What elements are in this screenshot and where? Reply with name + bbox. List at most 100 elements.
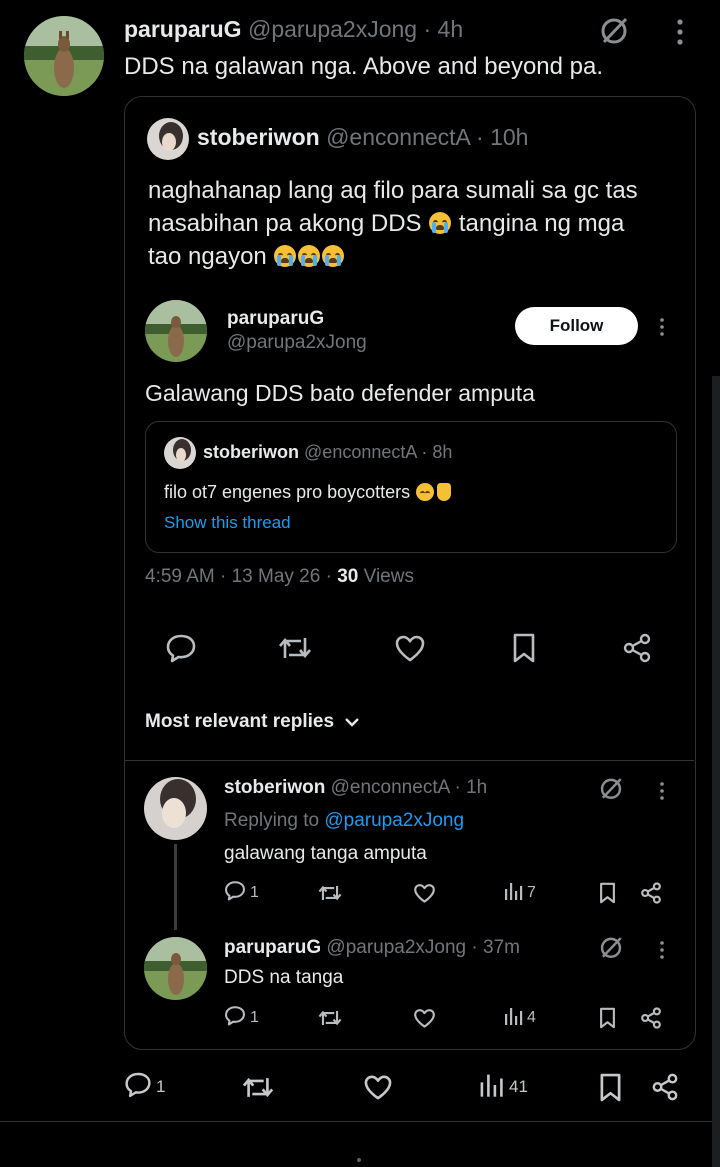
quoted-post-text: naghahanap lang aq filo para sumali sa g… xyxy=(148,174,638,273)
reply1-time[interactable]: · 1h xyxy=(455,777,488,798)
quoted-post-display-name[interactable]: stoberiwon xyxy=(197,124,320,150)
embedded-like-icon[interactable] xyxy=(392,630,428,666)
reply2-view-count: 4 xyxy=(527,1009,536,1026)
bottom-divider xyxy=(0,1121,720,1122)
embedded-more-options-icon[interactable] xyxy=(652,314,672,340)
replying-to-handle-link[interactable]: @parupa2xJong xyxy=(324,810,464,831)
reply2-views-button[interactable]: 4 xyxy=(503,1005,536,1031)
reply1-view-count: 7 xyxy=(527,884,536,901)
embedded-post-timestamp[interactable]: 4:59 AM · 13 May 26 · xyxy=(145,566,332,587)
quoted-post-handle[interactable]: @enconnectA xyxy=(326,124,470,150)
embedded-post-display-name[interactable]: paruparuG xyxy=(227,308,324,330)
reply2-reply-count: 1 xyxy=(250,1009,259,1026)
reply-icon xyxy=(224,1005,246,1031)
reply1-more-options-icon[interactable] xyxy=(652,778,672,804)
inner-quote-text: filo ot7 engenes pro boycotters xyxy=(164,482,411,502)
quoted-post-time[interactable]: · 10h xyxy=(476,124,528,150)
reply2-share-icon[interactable] xyxy=(638,1005,664,1031)
reply1-grok-icon[interactable] xyxy=(597,774,625,802)
more-options-icon[interactable] xyxy=(666,16,694,48)
main-view-count: 41 xyxy=(509,1077,528,1096)
reply1-views-button[interactable]: 7 xyxy=(503,880,536,906)
embedded-post-handle[interactable]: @parupa2xJong xyxy=(227,332,367,354)
main-reply-count: 1 xyxy=(156,1077,166,1096)
quoted-post-header: stoberiwon @enconnectA · 10h xyxy=(197,124,528,151)
reply2-display-name[interactable]: paruparuG xyxy=(224,937,321,958)
embedded-repost-icon[interactable] xyxy=(277,630,313,666)
inner-quote-avatar[interactable] xyxy=(164,437,196,469)
replies-sort-dropdown[interactable]: Most relevant replies xyxy=(145,711,360,733)
reply2-more-options-icon[interactable] xyxy=(652,937,672,963)
inner-quote-time[interactable]: · 8h xyxy=(421,442,452,462)
main-reply-button[interactable]: 1 xyxy=(124,1070,165,1104)
reply1-text: galawang tanga amputa xyxy=(224,843,427,864)
views-label: Views xyxy=(363,566,414,587)
main-repost-icon[interactable] xyxy=(240,1070,276,1104)
views-count: 30 xyxy=(337,566,359,587)
reply2-text: DDS na tanga xyxy=(224,967,344,988)
reply-icon xyxy=(124,1071,152,1103)
grok-icon[interactable] xyxy=(596,12,632,48)
inner-quote-text-line: filo ot7 engenes pro boycotters xyxy=(164,482,452,503)
reply1-reply-count: 1 xyxy=(250,884,259,901)
embedded-reply-icon[interactable] xyxy=(163,630,199,666)
quoted-post-text-line1: naghahanap lang aq filo para sumali sa g… xyxy=(148,177,638,204)
reply2-repost-icon[interactable] xyxy=(316,1005,344,1031)
replies-divider xyxy=(125,760,694,761)
quoted-post-text-line2b: tangina ng mga xyxy=(458,210,625,237)
embedded-post-meta: 4:59 AM · 13 May 26 · 30 Views xyxy=(145,566,414,588)
loudly-crying-emoji-icon xyxy=(298,245,321,267)
loudly-crying-emoji-icon xyxy=(322,245,345,267)
monocle-face-emoji-icon xyxy=(416,483,435,501)
reply1-share-icon[interactable] xyxy=(638,880,664,906)
quoted-post-text-line3: tao ngayon xyxy=(148,243,267,270)
embedded-post-text: Galawang DDS bato defender amputa xyxy=(145,380,535,406)
reply2-like-icon[interactable] xyxy=(410,1005,438,1031)
embedded-post-avatar[interactable] xyxy=(145,300,207,362)
reply2-header: paruparuG @parupa2xJong · 37m xyxy=(224,937,520,959)
inner-quote-header: stoberiwon @enconnectA · 8h xyxy=(203,442,452,463)
reply1-handle[interactable]: @enconnectA xyxy=(331,777,450,798)
replying-to-prefix: Replying to xyxy=(224,810,320,831)
reply-thread-line xyxy=(174,844,177,930)
reply1-display-name[interactable]: stoberiwon xyxy=(224,777,325,798)
views-chart-icon xyxy=(503,1006,523,1031)
main-views-button[interactable]: 41 xyxy=(478,1070,528,1104)
main-post-display-name[interactable]: paruparuG xyxy=(124,16,242,42)
quoted-post-avatar[interactable] xyxy=(147,118,189,160)
reply2-avatar[interactable] xyxy=(144,937,207,1000)
show-this-thread-link[interactable]: Show this thread xyxy=(164,513,291,533)
views-chart-icon xyxy=(478,1072,504,1103)
reply1-repost-icon[interactable] xyxy=(316,880,344,906)
reply1-replying-to: Replying to @parupa2xJong xyxy=(224,810,464,832)
inner-quote-handle[interactable]: @enconnectA xyxy=(304,442,416,462)
reply2-grok-icon[interactable] xyxy=(597,933,625,961)
main-share-icon[interactable] xyxy=(648,1070,682,1104)
follow-button[interactable]: Follow xyxy=(515,307,638,345)
loudly-crying-emoji-icon xyxy=(274,245,297,267)
reply-icon xyxy=(224,880,246,906)
loudly-crying-emoji-icon xyxy=(429,212,452,234)
inner-quote-display-name[interactable]: stoberiwon xyxy=(203,442,299,462)
scrollbar[interactable] xyxy=(712,376,720,1167)
embedded-share-icon[interactable] xyxy=(619,630,655,666)
reply1-reply-button[interactable]: 1 xyxy=(224,880,259,906)
main-bookmark-icon[interactable] xyxy=(594,1070,626,1104)
reply2-bookmark-icon[interactable] xyxy=(594,1005,620,1031)
pointing-down-emoji-icon xyxy=(437,483,452,501)
main-like-icon[interactable] xyxy=(360,1070,396,1104)
reply1-like-icon[interactable] xyxy=(410,880,438,906)
main-post-time[interactable]: · 4h xyxy=(424,16,464,42)
embedded-bookmark-icon[interactable] xyxy=(506,630,542,666)
views-chart-icon xyxy=(503,881,523,906)
reply2-handle[interactable]: @parupa2xJong xyxy=(326,937,466,958)
reply1-avatar[interactable] xyxy=(144,777,207,840)
reply2-time[interactable]: · 37m xyxy=(471,937,520,958)
reply2-reply-button[interactable]: 1 xyxy=(224,1005,259,1031)
scroll-indicator-dot xyxy=(357,1158,361,1162)
quoted-post-text-line2a: nasabihan pa akong DDS xyxy=(148,210,422,237)
main-post-handle[interactable]: @parupa2xJong xyxy=(248,16,417,42)
main-post-avatar[interactable] xyxy=(24,16,104,96)
reply1-bookmark-icon[interactable] xyxy=(594,880,620,906)
main-post-text: DDS na galawan nga. Above and beyond pa. xyxy=(124,53,604,80)
